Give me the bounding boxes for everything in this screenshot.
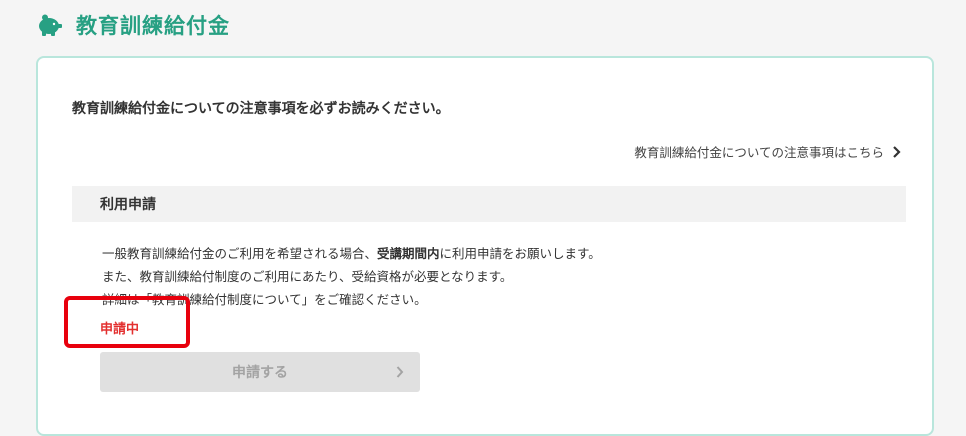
line1-text: 一般教育訓練給付金のご利用を希望される場合、: [102, 246, 378, 261]
description-line-1: 一般教育訓練給付金のご利用を希望される場合、受講期間内に利用申請をお願いします。: [102, 242, 601, 265]
page-header: 教育訓練給付金: [36, 8, 230, 42]
line1-bold: 受講期間内: [377, 246, 440, 261]
notice-link-label[interactable]: 教育訓練給付金についての注意事項はこちら: [634, 142, 884, 161]
chevron-right-icon: [396, 366, 404, 378]
notice-title: 教育訓練給付金についての注意事項を必ずお読みください。: [72, 101, 450, 117]
apply-button[interactable]: 申請する: [100, 352, 420, 392]
section-header: 利用申請: [72, 186, 906, 222]
benefit-card: 教育訓練給付金についての注意事項を必ずお読みください。 教育訓練給付金についての…: [36, 56, 934, 436]
page-title: 教育訓練給付金: [76, 14, 230, 38]
description-line-2: また、教育訓練給付制度のご利用にあたり、受給資格が必要となります。: [102, 269, 513, 284]
apply-button-label: 申請する: [232, 365, 288, 381]
notice-link[interactable]: 教育訓練給付金についての注意事項はこちら: [634, 142, 902, 161]
section-title: 利用申請: [100, 197, 156, 213]
chevron-right-icon: [892, 145, 902, 158]
line1-text-after: に利用申請をお願いします。: [439, 246, 601, 261]
status-text: 申請中: [100, 322, 140, 337]
piggy-bank-icon: [36, 14, 62, 36]
